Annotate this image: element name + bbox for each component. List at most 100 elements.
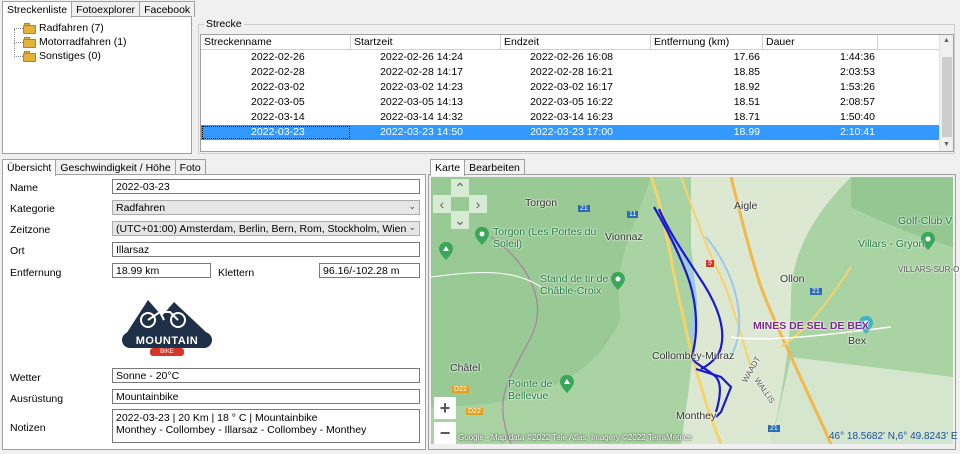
folder-icon (23, 22, 36, 34)
tree-item-radfahren[interactable]: Radfahren (7) (13, 21, 191, 35)
folder-icon (23, 50, 36, 62)
cell-dauer: 2:10:41 (839, 126, 875, 138)
kategorie-value: Radfahren (116, 202, 166, 214)
table-row[interactable]: 2022-03-14 2022-03-14 14:32 2022-03-14 1… (201, 110, 953, 125)
category-tree: Radfahren (7) Motorradfahren (1) Sonstig… (2, 16, 192, 154)
ausruestung-label: Ausrüstung (10, 393, 64, 405)
map-label-stand: Stand de tir de Châble-Croix (540, 273, 609, 297)
entfernung-field[interactable]: 18.99 km (112, 263, 211, 278)
tab-geschwindigkeit-hoehe[interactable]: Geschwindigkeit / Höhe (55, 159, 176, 175)
ausruestung-field[interactable]: Mountainbike (112, 389, 420, 404)
chevron-down-icon: ⌄ (408, 222, 416, 232)
chevron-down-icon: ⌄ (408, 201, 416, 211)
zeitzone-value: (UTC+01:00) Amsterdam, Berlin, Bern, Rom… (116, 223, 407, 235)
column-header-streckenname[interactable]: Streckenname (201, 35, 351, 49)
cell-entfernung: 17.66 (733, 51, 760, 63)
pan-left-icon[interactable]: ‹ (433, 195, 451, 213)
table-row[interactable]: 2022-03-05 2022-03-05 14:13 2022-03-05 1… (201, 95, 953, 110)
map-view[interactable]: ⌃ ‹ › ⌄ (431, 177, 953, 444)
pan-up-icon[interactable]: ⌃ (451, 179, 469, 197)
road-badge: 9 (706, 260, 714, 267)
klettern-field[interactable]: 96.16/-102.28 m (319, 263, 420, 278)
map-label-villars: Villars - Gryon (858, 238, 925, 250)
map-label-golf: Golf-Club V (898, 215, 953, 227)
column-header-entfernung[interactable]: Entfernung (km) (651, 35, 763, 49)
strecke-table: Streckenname Startzeit Endzeit Entfernun… (200, 34, 954, 152)
logo-text: MOUNTAIN (135, 335, 199, 347)
map-label-aigle: Aigle (734, 200, 758, 212)
cell-entfernung: 18.99 (733, 126, 760, 138)
column-header-dauer[interactable]: Dauer (763, 35, 878, 49)
road-badge: 21 (810, 288, 822, 295)
road-badge: 21 (578, 205, 590, 212)
tab-bearbeiten[interactable]: Bearbeiten (464, 159, 525, 175)
tab-uebersicht[interactable]: Übersicht (2, 159, 57, 176)
tree-item-motorradfahren[interactable]: Motorradfahren (1) (13, 29, 191, 49)
road-badge: 11 (627, 211, 639, 218)
klettern-label: Klettern (218, 267, 255, 279)
poi-pin-icon[interactable] (475, 227, 489, 245)
zoom-in-button[interactable]: + (434, 397, 456, 419)
map-label-pointe: Pointe de Bellevue (508, 378, 553, 402)
tree-item-sonstiges[interactable]: Sonstiges (0) (13, 43, 191, 63)
cell-endzeit: 2022-03-23 17:00 (530, 126, 613, 138)
tab-fotoexplorer[interactable]: Fotoexplorer (71, 1, 141, 17)
folder-icon (23, 36, 36, 48)
cell-startzeit: 2022-02-26 14:24 (380, 51, 463, 63)
map-label-bex: Bex (848, 335, 867, 347)
column-header-startzeit[interactable]: Startzeit (351, 35, 501, 49)
zeitzone-select[interactable]: (UTC+01:00) Amsterdam, Berlin, Bern, Rom… (112, 221, 420, 236)
table-row[interactable]: 2022-03-02 2022-03-02 14:23 2022-03-02 1… (201, 80, 953, 95)
cell-entfernung: 18.51 (733, 96, 760, 108)
strecke-group-title: Strecke (204, 18, 244, 30)
notizen-line: Monthey - Collombey - Illarsaz - Collomb… (116, 424, 367, 436)
map-label-torgon-poi: Torgon (Les Portes du Soleil) (493, 226, 597, 250)
tree-connector (14, 43, 15, 57)
zoom-out-button[interactable]: − (434, 422, 456, 444)
wetter-label: Wetter (10, 372, 41, 384)
cell-streckenname: 2022-03-02 (251, 81, 305, 93)
scroll-down-icon[interactable]: ▼ (943, 141, 950, 148)
cell-dauer: 1:53:26 (839, 81, 875, 93)
kategorie-select[interactable]: Radfahren ⌄ (112, 200, 420, 215)
cell-startzeit: 2022-02-28 14:17 (380, 66, 463, 78)
tab-facebook[interactable]: Facebook (139, 1, 196, 17)
ort-label: Ort (10, 245, 25, 257)
scroll-up-icon[interactable]: ▲ (943, 37, 950, 44)
map-terrain (431, 177, 953, 444)
table-row[interactable]: 2022-02-26 2022-02-26 14:24 2022-02-26 1… (201, 50, 953, 65)
column-header-endzeit[interactable]: Endzeit (501, 35, 651, 49)
tab-foto[interactable]: Foto (174, 159, 206, 175)
cell-startzeit: 2022-03-23 14:50 (380, 126, 463, 138)
cell-entfernung: 18.92 (733, 81, 760, 93)
cell-streckenname: 2022-03-05 (251, 96, 305, 108)
wetter-field[interactable]: Sonne - 20°C (112, 368, 420, 383)
cell-startzeit: 2022-03-14 14:32 (380, 111, 463, 123)
tree-connector (14, 27, 23, 29)
tree-item-label: Radfahren (7) (39, 22, 104, 34)
tab-streckenliste[interactable]: Streckenliste (2, 1, 73, 18)
tab-karte[interactable]: Karte (430, 159, 466, 176)
pan-right-icon[interactable]: › (469, 195, 487, 213)
entfernung-label: Entfernung (10, 267, 62, 279)
pan-down-icon[interactable]: ⌄ (451, 211, 469, 229)
cell-endzeit: 2022-02-28 16:21 (530, 66, 613, 78)
tree-item-label: Motorradfahren (1) (39, 36, 127, 48)
map-label-torgon: Torgon (525, 197, 558, 209)
ort-field[interactable]: Illarsaz (112, 242, 420, 257)
table-row-selected[interactable]: 2022-03-23 2022-03-23 14:50 2022-03-23 1… (201, 125, 953, 140)
table-row[interactable]: 2022-02-28 2022-02-28 14:17 2022-02-28 1… (201, 65, 953, 80)
cell-endzeit: 2022-02-26 16:08 (530, 51, 613, 63)
table-scrollbar[interactable]: ▲ ▼ (939, 35, 953, 151)
poi-pin-icon[interactable] (439, 242, 453, 260)
map-label-ollon: Ollon (780, 273, 805, 285)
scrollbar-thumb[interactable] (942, 57, 952, 137)
cell-startzeit: 2022-03-05 14:13 (380, 96, 463, 108)
cell-streckenname: 2022-02-26 (251, 51, 305, 63)
cell-entfernung: 18.85 (733, 66, 760, 78)
name-field[interactable]: 2022-03-23 (112, 179, 420, 194)
notizen-textarea[interactable]: 2022-03-23 | 20 Km | 18 ° C | Mountainbi… (112, 409, 420, 443)
kategorie-label: Kategorie (10, 203, 55, 215)
cell-dauer: 1:44:36 (839, 51, 875, 63)
cell-streckenname: 2022-03-23 (201, 125, 351, 140)
